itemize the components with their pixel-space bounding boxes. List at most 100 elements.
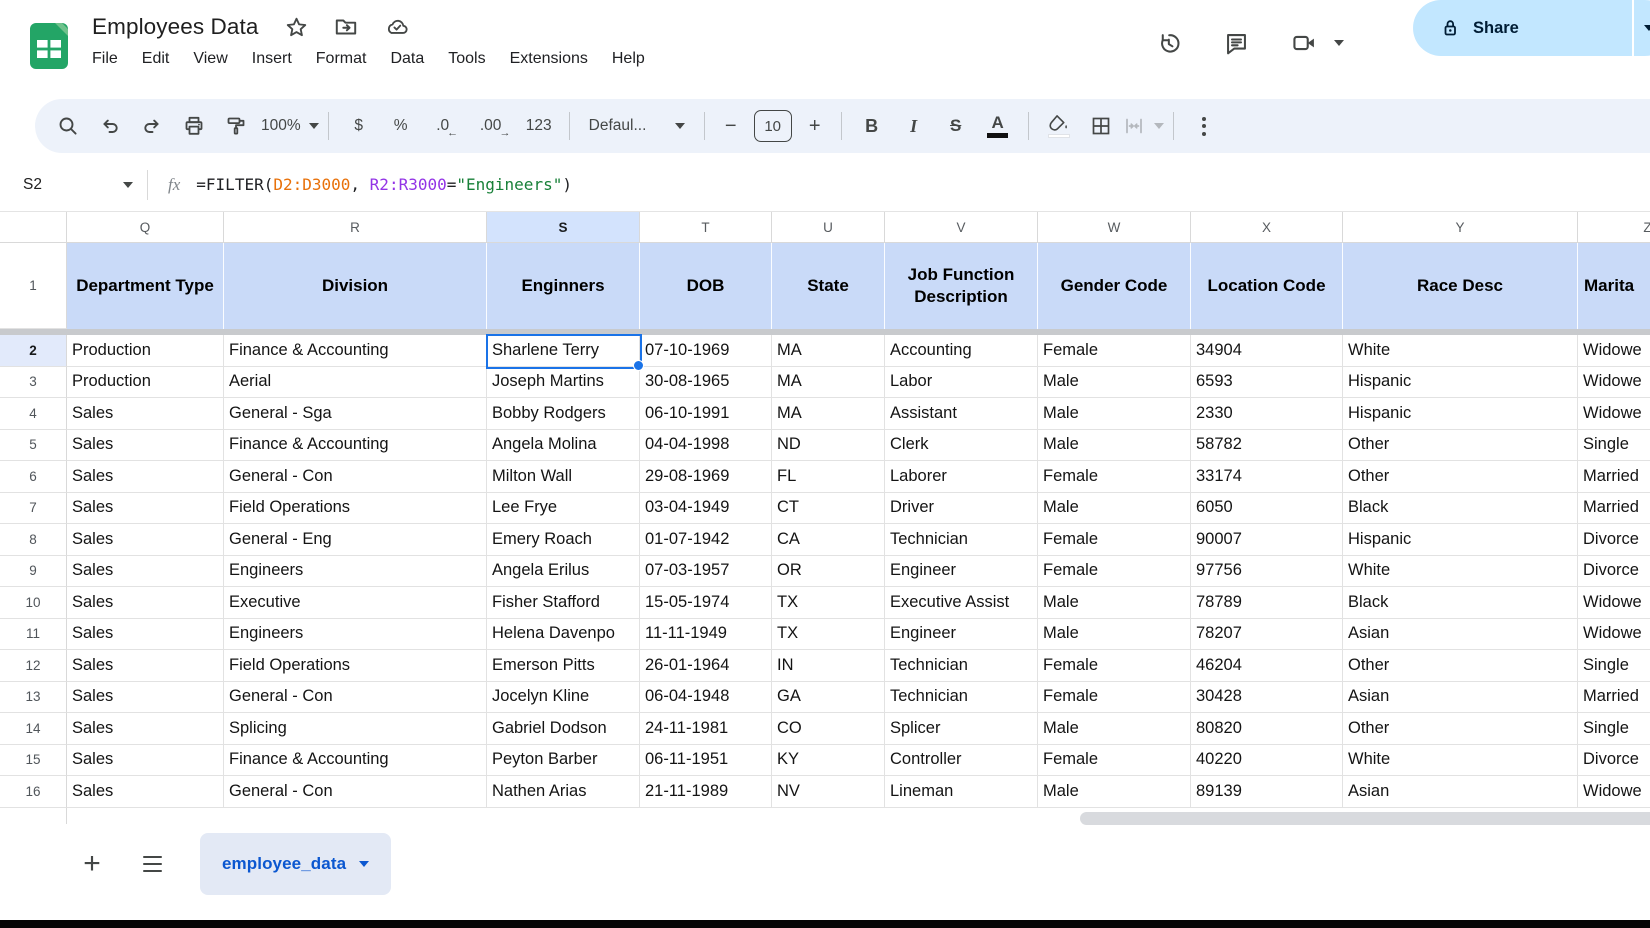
row-header-6[interactable]: 6: [0, 461, 67, 493]
cell-V10[interactable]: Executive Assist: [885, 587, 1038, 619]
strikethrough-button[interactable]: S: [935, 106, 977, 146]
cell-Y13[interactable]: Asian: [1343, 682, 1578, 714]
cell-X16[interactable]: 89139: [1191, 776, 1343, 808]
column-header-S[interactable]: S: [487, 212, 640, 243]
cell-V12[interactable]: Technician: [885, 650, 1038, 682]
cell-Q11[interactable]: Sales: [67, 619, 224, 651]
sheets-logo-icon[interactable]: [25, 21, 73, 71]
cell-V1[interactable]: Job Function Description: [885, 243, 1038, 329]
cell-Y1[interactable]: Race Desc: [1343, 243, 1578, 329]
row-header-7[interactable]: 7: [0, 493, 67, 525]
column-header-X[interactable]: X: [1191, 212, 1343, 243]
cell-U5[interactable]: ND: [772, 430, 885, 462]
cell-T3[interactable]: 30-08-1965: [640, 367, 772, 399]
menu-format[interactable]: Format: [304, 46, 379, 72]
cell-Y4[interactable]: Hispanic: [1343, 398, 1578, 430]
row-header-16[interactable]: 16: [0, 776, 67, 808]
cell-Q4[interactable]: Sales: [67, 398, 224, 430]
select-all-corner[interactable]: [0, 212, 67, 243]
menu-extensions[interactable]: Extensions: [498, 46, 600, 72]
cell-X13[interactable]: 30428: [1191, 682, 1343, 714]
column-header-Q[interactable]: Q: [67, 212, 224, 243]
borders-button[interactable]: [1080, 106, 1122, 146]
cell-U12[interactable]: IN: [772, 650, 885, 682]
cell-Z2[interactable]: Widowe: [1578, 335, 1650, 367]
cell-Y10[interactable]: Black: [1343, 587, 1578, 619]
all-sheets-button[interactable]: [130, 856, 174, 873]
format-percent-button[interactable]: %: [380, 106, 422, 146]
cell-S14[interactable]: Gabriel Dodson: [487, 713, 640, 745]
cell-S5[interactable]: Angela Molina: [487, 430, 640, 462]
cell-Y7[interactable]: Black: [1343, 493, 1578, 525]
increase-decimal-button[interactable]: .00→: [470, 106, 512, 146]
paint-format-button[interactable]: [215, 106, 257, 146]
menu-edit[interactable]: Edit: [130, 46, 182, 72]
cell-W4[interactable]: Male: [1038, 398, 1191, 430]
menu-file[interactable]: File: [80, 46, 130, 72]
cell-Q1[interactable]: Department Type: [67, 243, 224, 329]
cell-U2[interactable]: MA: [772, 335, 885, 367]
cell-Z14[interactable]: Single: [1578, 713, 1650, 745]
cell-W11[interactable]: Male: [1038, 619, 1191, 651]
redo-button[interactable]: [131, 106, 173, 146]
menu-data[interactable]: Data: [378, 46, 436, 72]
cell-Z5[interactable]: Single: [1578, 430, 1650, 462]
cell-Q9[interactable]: Sales: [67, 556, 224, 588]
decrease-decimal-button[interactable]: .0←: [422, 106, 464, 146]
cell-S2[interactable]: Sharlene Terry: [487, 335, 640, 367]
cell-Z10[interactable]: Widowe: [1578, 587, 1650, 619]
cell-R8[interactable]: General - Eng: [224, 524, 487, 556]
cell-W1[interactable]: Gender Code: [1038, 243, 1191, 329]
cell-Q12[interactable]: Sales: [67, 650, 224, 682]
cell-U9[interactable]: OR: [772, 556, 885, 588]
comments-button[interactable]: [1208, 15, 1264, 71]
cell-T2[interactable]: 07-10-1969: [640, 335, 772, 367]
cell-T9[interactable]: 07-03-1957: [640, 556, 772, 588]
selection-fill-handle[interactable]: [633, 360, 644, 371]
more-formats-button[interactable]: 123: [518, 106, 560, 146]
cell-R13[interactable]: General - Con: [224, 682, 487, 714]
column-header-U[interactable]: U: [772, 212, 885, 243]
star-icon[interactable]: [284, 15, 309, 40]
cell-X5[interactable]: 58782: [1191, 430, 1343, 462]
cell-R12[interactable]: Field Operations: [224, 650, 487, 682]
cell-S13[interactable]: Jocelyn Kline: [487, 682, 640, 714]
cell-Q2[interactable]: Production: [67, 335, 224, 367]
format-currency-button[interactable]: $: [338, 106, 380, 146]
cell-T16[interactable]: 21-11-1989: [640, 776, 772, 808]
cell-Z3[interactable]: Widowe: [1578, 367, 1650, 399]
cell-V4[interactable]: Assistant: [885, 398, 1038, 430]
cell-S3[interactable]: Joseph Martins: [487, 367, 640, 399]
cell-X3[interactable]: 6593: [1191, 367, 1343, 399]
cell-Z1[interactable]: Marita: [1578, 243, 1650, 329]
menu-insert[interactable]: Insert: [240, 46, 304, 72]
cell-Z16[interactable]: Widowe: [1578, 776, 1650, 808]
document-title[interactable]: Employees Data: [92, 14, 258, 40]
cell-U4[interactable]: MA: [772, 398, 885, 430]
row-header-8[interactable]: 8: [0, 524, 67, 556]
cell-W2[interactable]: Female: [1038, 335, 1191, 367]
cell-Y5[interactable]: Other: [1343, 430, 1578, 462]
cell-Q15[interactable]: Sales: [67, 745, 224, 777]
increase-font-size-button[interactable]: +: [798, 115, 832, 138]
cell-Y8[interactable]: Hispanic: [1343, 524, 1578, 556]
cell-S8[interactable]: Emery Roach: [487, 524, 640, 556]
column-header-W[interactable]: W: [1038, 212, 1191, 243]
bold-button[interactable]: B: [851, 106, 893, 146]
cell-Q10[interactable]: Sales: [67, 587, 224, 619]
cell-Z11[interactable]: Widowe: [1578, 619, 1650, 651]
row-header-4[interactable]: 4: [0, 398, 67, 430]
cell-V7[interactable]: Driver: [885, 493, 1038, 525]
cell-X14[interactable]: 80820: [1191, 713, 1343, 745]
column-header-Y[interactable]: Y: [1343, 212, 1578, 243]
cell-S4[interactable]: Bobby Rodgers: [487, 398, 640, 430]
print-button[interactable]: [173, 106, 215, 146]
cell-W15[interactable]: Female: [1038, 745, 1191, 777]
undo-button[interactable]: [89, 106, 131, 146]
version-history-button[interactable]: [1140, 15, 1196, 71]
cell-Z12[interactable]: Single: [1578, 650, 1650, 682]
menu-help[interactable]: Help: [600, 46, 657, 72]
cell-Q14[interactable]: Sales: [67, 713, 224, 745]
cell-U6[interactable]: FL: [772, 461, 885, 493]
search-menus-button[interactable]: [47, 106, 89, 146]
